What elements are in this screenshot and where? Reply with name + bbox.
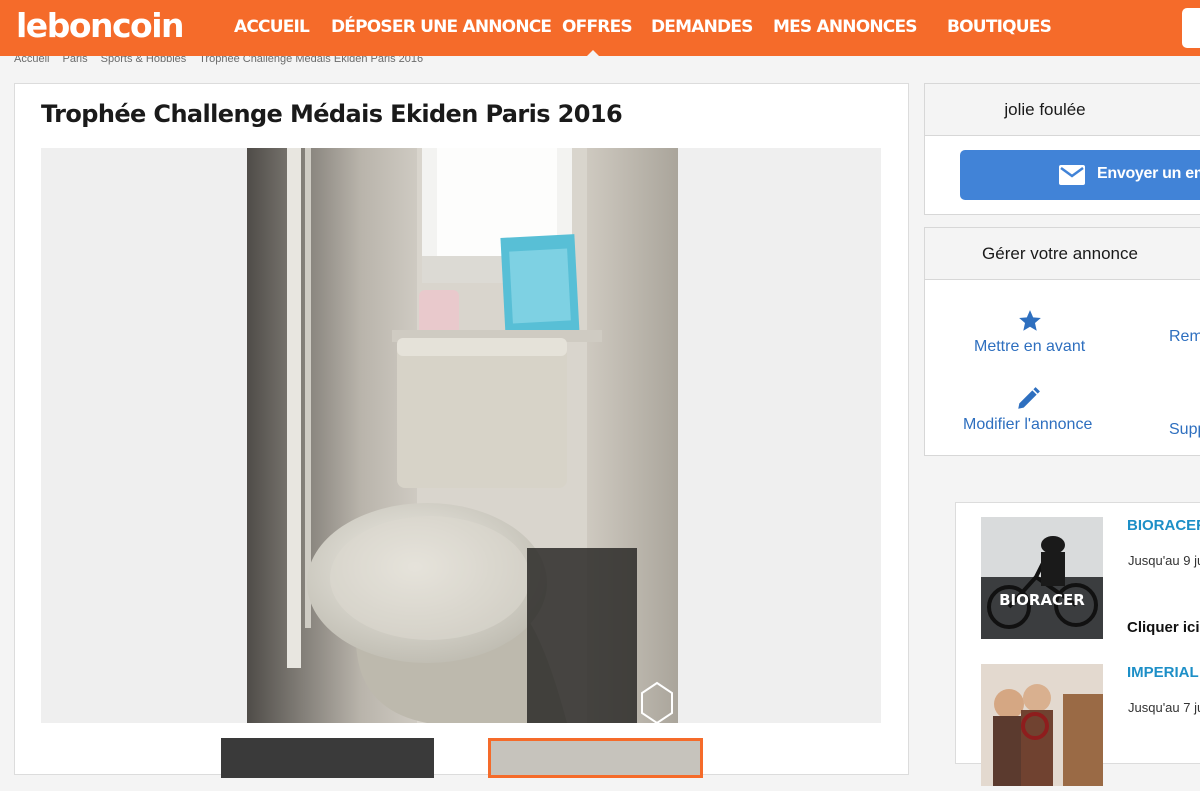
promo-image-brand: BIORACER [999,591,1085,609]
nav-mes-annonces[interactable]: MES ANNONCES [773,17,918,37]
bump-ad-button[interactable]: Remonter [1169,328,1200,346]
star-icon [1018,310,1041,331]
promo-dates: Jusqu'au 9 juin [1128,553,1200,568]
manage-ad-title: Gérer votre annonce [925,228,1200,280]
ad-title: Trophée Challenge Médais Ekiden Paris 20… [41,100,623,128]
manage-ad-panel: Gérer votre annonce Mettre en avant Remo… [924,227,1200,456]
promo-image[interactable] [981,664,1103,786]
nav-offres[interactable]: OFFRES [562,17,633,37]
pencil-icon [1017,387,1040,409]
promo-image[interactable]: BIORACER [981,517,1103,639]
nav-deposer-une-annonce[interactable]: DÉPOSER UNE ANNONCE [331,17,552,37]
send-email-label: Envoyer un email [1097,165,1200,182]
edit-ad-label: Modifier l'annonce [963,416,1093,433]
toilet-photo-illustration [247,148,678,723]
ad-card: Trophée Challenge Médais Ekiden Paris 20… [14,83,909,778]
feature-ad-label: Mettre en avant [974,338,1086,355]
active-tab-caret [584,50,602,59]
bump-ad-label: Remonter [1169,328,1200,345]
account-button[interactable] [1182,8,1200,48]
promo-panel: BIORACER BIORACER Jusqu'au 9 juin Clique… [955,502,1200,786]
promo-title[interactable]: IMPERIAL [1127,664,1199,681]
photo-thumbnail-selected[interactable] [488,738,703,778]
nav-accueil[interactable]: ACCUEIL [234,17,310,37]
promo-cta-link[interactable]: Cliquer ici [1127,619,1200,636]
leboncoin-logo[interactable]: leboncoin [16,6,185,45]
seller-name[interactable]: jolie foulée [925,84,1200,136]
ad-photo[interactable] [247,148,678,723]
feature-ad-button[interactable]: Mettre en avant [974,308,1085,356]
promo-dates: Jusqu'au 7 juin [1128,700,1200,715]
top-nav-bar: leboncoin ACCUEIL DÉPOSER UNE ANNONCE OF… [0,0,1200,59]
nav-demandes[interactable]: DEMANDES [651,17,753,37]
photo-gallery[interactable] [41,148,881,723]
photo-thumbnail[interactable] [221,738,434,778]
delete-ad-label: Supprimer [1169,421,1200,438]
envelope-icon [1059,165,1085,185]
send-email-button[interactable]: Envoyer un email [960,150,1200,200]
promo-title[interactable]: BIORACER [1127,517,1200,534]
delete-ad-button[interactable]: Supprimer [1169,421,1200,439]
nav-boutiques[interactable]: BOUTIQUES [947,17,1052,37]
seller-panel: jolie foulée Envoyer un email [924,83,1200,215]
edit-ad-button[interactable]: Modifier l'annonce [963,386,1092,434]
